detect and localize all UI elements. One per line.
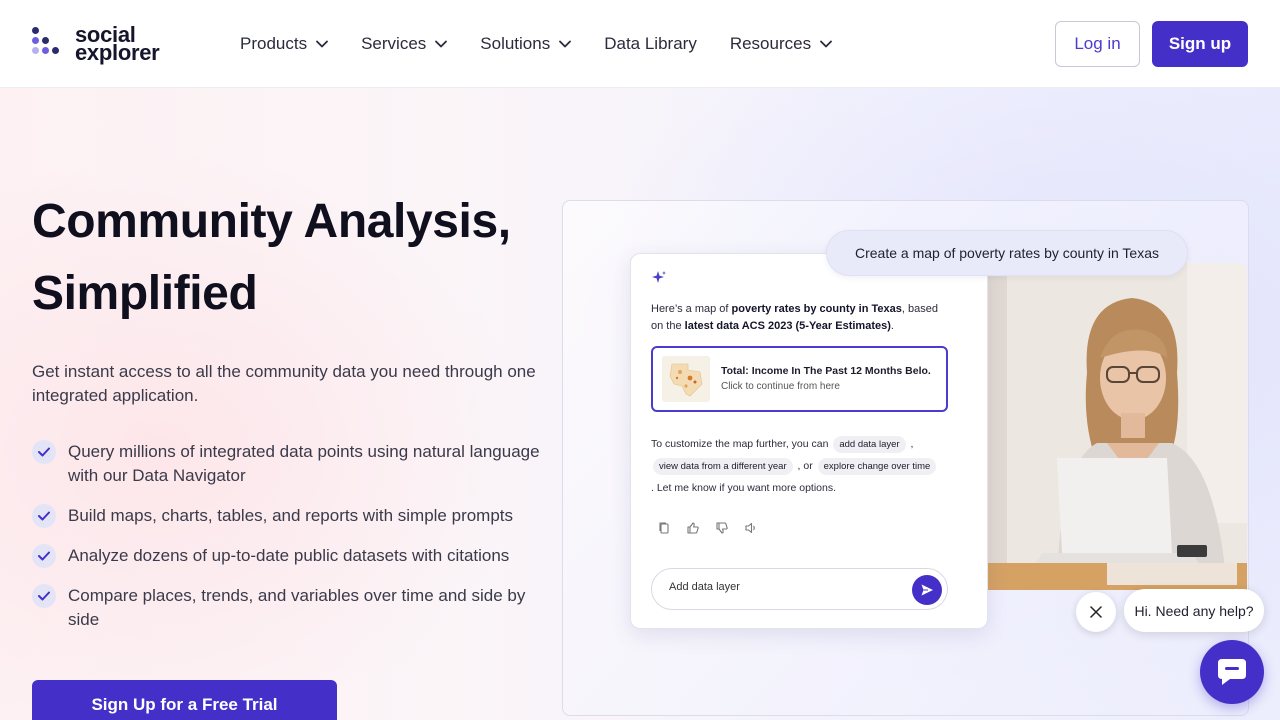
map-result-card[interactable]: Total: Income In The Past 12 Months Belo… [651, 346, 948, 412]
assistant-response-text: Here’s a map of poverty rates by county … [651, 301, 951, 335]
close-icon [1090, 606, 1102, 618]
feature-text: Query millions of integrated data points… [68, 442, 540, 485]
speaker-icon[interactable] [744, 521, 758, 535]
feature-list: Query millions of integrated data points… [32, 440, 552, 648]
site-header: social explorer Products Services Soluti… [0, 0, 1280, 88]
customize-outro: . Let me know if you want more options. [651, 482, 837, 494]
response-bold2: latest data ACS 2023 (5-Year Estimates) [684, 320, 891, 332]
feature-item: Query millions of integrated data points… [32, 440, 552, 488]
nav-services-label: Services [361, 34, 427, 53]
feature-item: Analyze dozens of up-to-date public data… [32, 544, 552, 568]
hero-title-line1: Community Analysis, [32, 195, 511, 248]
chat-close-button[interactable] [1076, 592, 1116, 632]
feature-item: Compare places, trends, and variables ov… [32, 584, 552, 632]
thumbs-up-icon[interactable] [686, 521, 700, 535]
chat-greeting-bubble[interactable]: Hi. Need any help? [1124, 589, 1264, 632]
nav-solutions[interactable]: Solutions [480, 32, 572, 56]
customize-text: To customize the map further, you can ad… [651, 433, 961, 499]
map-card-subtitle: Click to continue from here [721, 381, 840, 392]
check-icon [32, 440, 56, 464]
nav-resources[interactable]: Resources [730, 32, 832, 56]
check-icon [32, 504, 56, 528]
logo[interactable]: social explorer [32, 24, 160, 65]
user-prompt-bubble: Create a map of poverty rates by county … [826, 230, 1188, 276]
hero-lead: Get instant access to all the community … [32, 362, 536, 405]
chip-different-year[interactable]: view data from a different year [653, 458, 793, 475]
chat-input-box [651, 568, 948, 610]
customize-separator: , [910, 438, 914, 450]
response-part1: Here’s a map of [651, 303, 732, 315]
send-button[interactable] [912, 575, 942, 605]
response-part3: . [890, 320, 894, 332]
signup-button[interactable]: Sign up [1152, 21, 1248, 67]
feature-item: Build maps, charts, tables, and reports … [32, 504, 552, 528]
nav-products-label: Products [240, 34, 308, 53]
chat-input[interactable] [669, 581, 899, 593]
check-icon [32, 544, 56, 568]
chevron-down-icon [316, 40, 328, 48]
feature-text: Build maps, charts, tables, and reports … [68, 506, 514, 525]
map-card-title: Total: Income In The Past 12 Months Belo… [721, 365, 931, 377]
nav-services[interactable]: Services [361, 32, 448, 56]
logo-text: social explorer [75, 24, 160, 65]
check-icon [32, 584, 56, 608]
chat-icon [1218, 659, 1246, 685]
chevron-down-icon [820, 40, 832, 48]
chevron-down-icon [559, 40, 572, 48]
woman-with-laptop-photo [987, 263, 1247, 590]
feature-text: Analyze dozens of up-to-date public data… [68, 546, 510, 565]
chip-add-data-layer[interactable]: add data layer [833, 436, 906, 453]
response-actions [657, 521, 773, 535]
hero-title-line2: Simplified [32, 267, 258, 320]
customize-separator: , or [797, 460, 813, 472]
send-icon [921, 584, 933, 596]
map-thumbnail [662, 356, 710, 402]
nav-data-library[interactable]: Data Library [604, 32, 697, 56]
copy-icon[interactable] [657, 521, 671, 535]
nav-resources-label: Resources [729, 34, 812, 53]
thumbs-down-icon[interactable] [715, 521, 729, 535]
logo-dots-icon [32, 27, 64, 61]
login-button[interactable]: Log in [1055, 21, 1140, 67]
nav-products[interactable]: Products [240, 32, 328, 56]
free-trial-button[interactable]: Sign Up for a Free Trial [32, 680, 337, 720]
chevron-down-icon [435, 40, 448, 48]
sparkle-icon [652, 271, 666, 283]
nav-solutions-label: Solutions [480, 34, 551, 53]
logo-text-line2: explorer [75, 40, 160, 65]
response-bold1: poverty rates by county in Texas [731, 303, 902, 315]
nav-data-library-label: Data Library [604, 34, 697, 53]
customize-intro: To customize the map further, you can [651, 438, 829, 450]
hero-title: Community Analysis, Simplified [32, 186, 572, 330]
feature-text: Compare places, trends, and variables ov… [68, 586, 526, 629]
chip-change-over-time[interactable]: explore change over time [817, 458, 937, 475]
main-nav: Products Services Solutions Data Library… [240, 32, 865, 56]
chat-launcher-button[interactable] [1200, 640, 1264, 704]
